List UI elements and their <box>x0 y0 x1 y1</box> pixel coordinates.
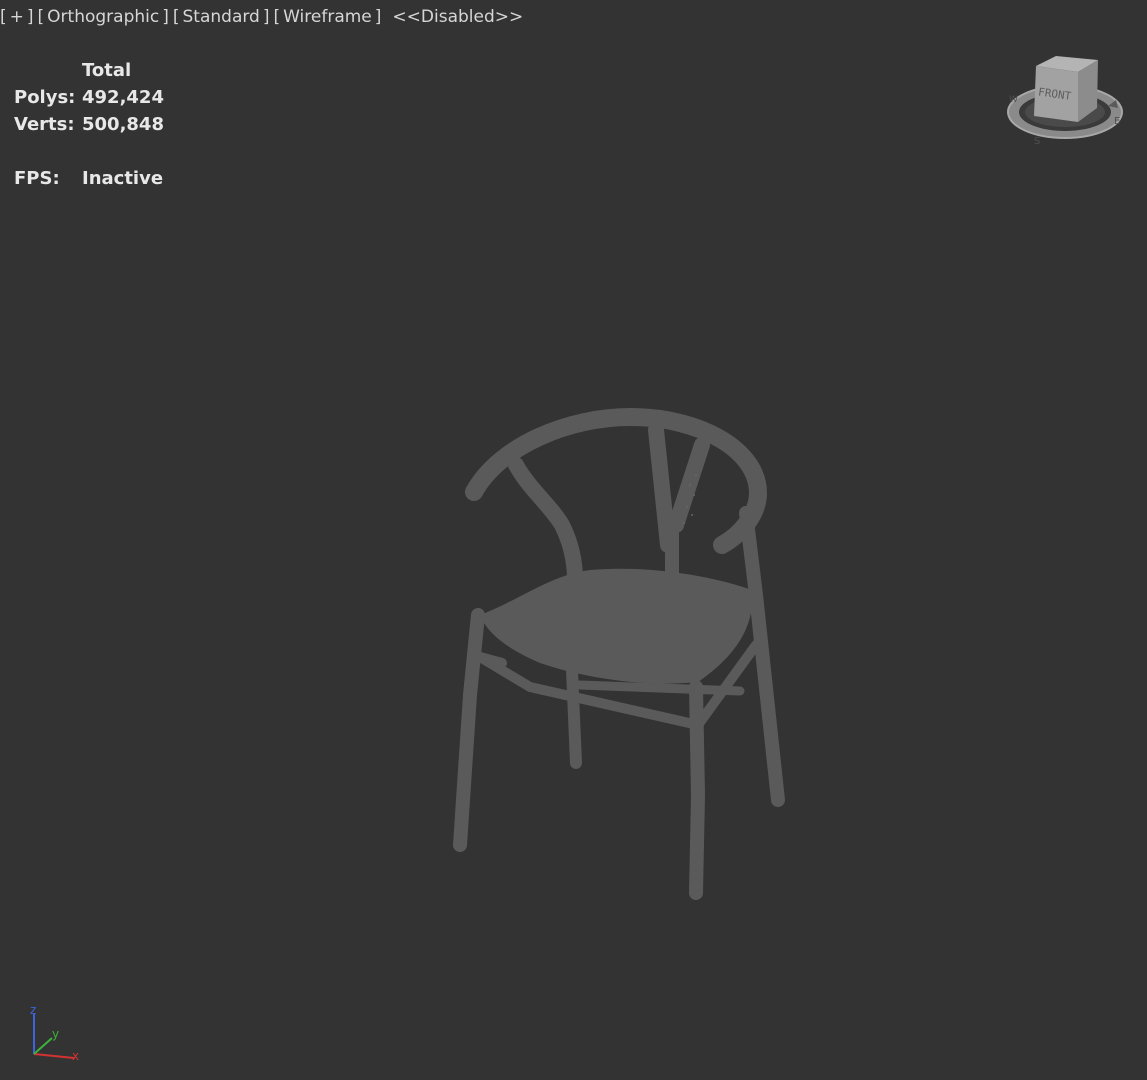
compass-west-label: W <box>1009 95 1018 105</box>
verts-label: Verts: <box>14 114 75 135</box>
axis-tripod: z y x <box>30 1003 79 1063</box>
fps-value: Inactive <box>82 168 164 189</box>
polys-label: Polys: <box>14 87 76 108</box>
axis-x-label: x <box>72 1049 79 1063</box>
chair-seat <box>480 568 753 684</box>
chair-back-left-leg <box>566 664 582 769</box>
viewport-display-menu[interactable]: Wireframe <box>280 7 375 27</box>
viewport-label-menu: [+] [Orthographic] [Standard] [Wireframe… <box>0 5 526 29</box>
compass-south-label: S <box>1034 136 1040 147</box>
viewport-view-menu[interactable]: Orthographic <box>44 7 162 27</box>
axis-x-line <box>33 1053 75 1059</box>
stats-header-row: Total <box>14 57 164 84</box>
viewport-status-label[interactable]: <<Disabled>> <box>389 7 526 27</box>
fps-label: FPS: <box>14 168 60 189</box>
viewcube[interactable]: W E S FRONT <box>1000 50 1135 150</box>
chair-backrest-arc <box>465 408 767 554</box>
axis-y-label: y <box>52 1027 59 1041</box>
axis-y-line <box>33 1037 53 1055</box>
chair-model[interactable] <box>440 395 800 915</box>
chair-front-left-leg <box>453 608 485 852</box>
polys-value: 492,424 <box>82 87 164 108</box>
axis-z-label: z <box>30 1003 36 1017</box>
stats-verts-row: Verts: 500,848 <box>14 111 164 138</box>
stats-polys-row: Polys: 492,424 <box>14 84 164 111</box>
chair-left-arm-support <box>508 457 583 588</box>
verts-value: 500,848 <box>82 114 164 135</box>
viewport-shading-menu[interactable]: Standard <box>180 7 263 27</box>
compass-east-label: E <box>1114 116 1120 127</box>
stats-total-header: Total <box>82 60 132 81</box>
statistics-overlay: Total Polys: 492,424 Verts: 500,848 FPS: In… <box>14 57 164 192</box>
stats-fps-row: FPS: Inactive <box>14 165 164 192</box>
viewport[interactable]: [+] [Orthographic] [Standard] [Wireframe… <box>0 0 1147 1080</box>
viewport-plus-menu[interactable]: + <box>7 7 27 27</box>
